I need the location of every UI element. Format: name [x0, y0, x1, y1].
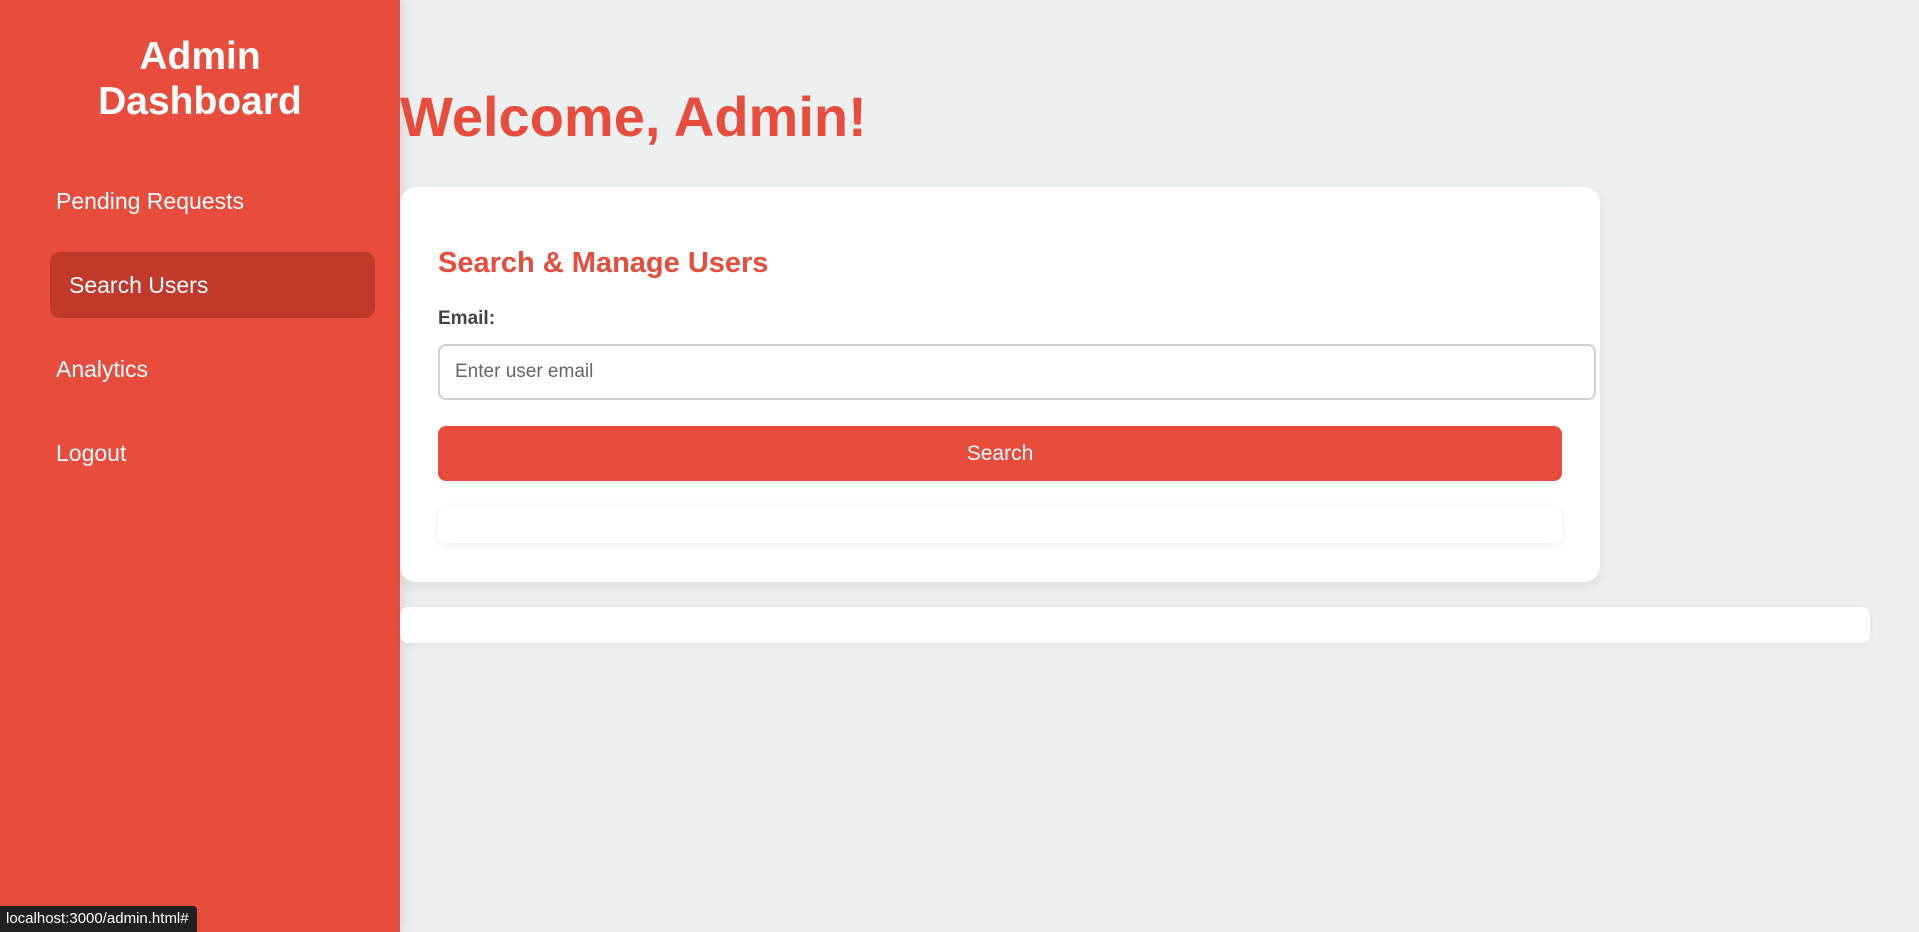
sidebar-item-analytics[interactable]: Analytics [50, 336, 375, 402]
sidebar-item-search-users[interactable]: Search Users [50, 252, 375, 318]
user-details-panel [400, 607, 1870, 643]
email-input[interactable] [438, 344, 1596, 400]
page-title: Welcome, Admin! [400, 85, 867, 148]
email-label: Email: [438, 308, 496, 329]
card-title: Search & Manage Users [438, 247, 769, 279]
sidebar-title-line2: Dashboard [98, 80, 302, 123]
search-users-card: Search & Manage Users Email: Search [400, 187, 1600, 582]
sidebar-nav: Pending Requests Search Users Analytics … [50, 168, 375, 504]
sidebar-title-line1: Admin [139, 35, 261, 78]
sidebar-title: Admin Dashboard [0, 34, 400, 124]
sidebar-item-logout[interactable]: Logout [50, 420, 375, 486]
search-results-container [438, 507, 1562, 543]
sidebar: Admin Dashboard Pending Requests Search … [0, 0, 400, 932]
status-bar-url: localhost:3000/admin.html# [0, 906, 197, 932]
search-button[interactable]: Search [438, 426, 1562, 481]
sidebar-item-pending-requests[interactable]: Pending Requests [50, 168, 375, 234]
